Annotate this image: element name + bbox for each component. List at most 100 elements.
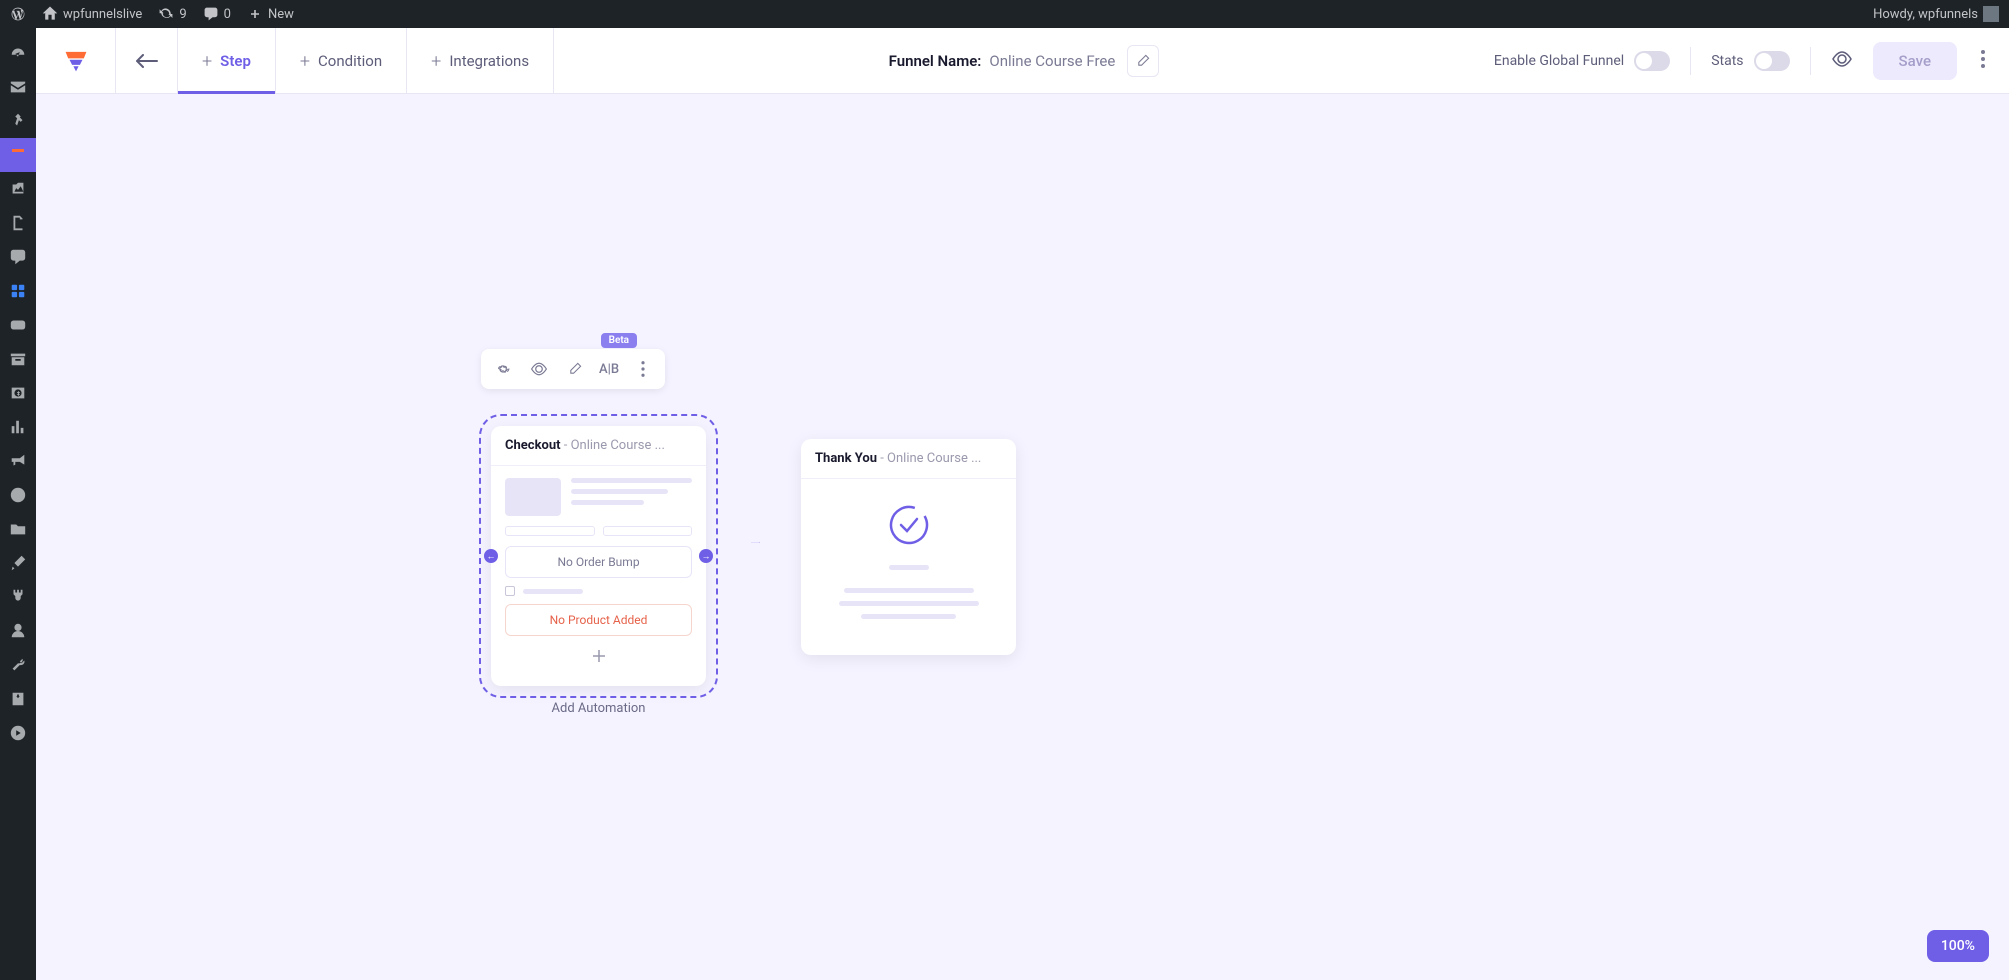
tab-condition[interactable]: + Condition — [276, 28, 407, 94]
new-label: New — [268, 7, 294, 22]
no-order-bump-badge: No Order Bump — [505, 546, 692, 578]
sidebar-analytics[interactable] — [0, 410, 36, 444]
funnel-name-label: Funnel Name: — [889, 52, 982, 70]
preview-line — [844, 588, 974, 593]
back-button[interactable] — [116, 28, 178, 94]
sidebar-users[interactable] — [0, 614, 36, 648]
megaphone-icon — [9, 452, 27, 470]
node-handle-in[interactable]: ← — [484, 549, 498, 563]
plus-icon — [591, 648, 607, 664]
sidebar-item-1[interactable] — [0, 274, 36, 308]
ab-test-button[interactable]: A|B — [599, 362, 619, 377]
tab-step[interactable]: + Step — [178, 28, 276, 94]
updates-link[interactable]: 9 — [158, 6, 186, 22]
checkmark-icon — [887, 503, 931, 547]
elementor-icon — [9, 486, 27, 504]
step-toolbar: Beta A|B — [481, 349, 665, 389]
step-title: Checkout — [505, 438, 561, 453]
mail-icon — [9, 78, 27, 96]
preview-lines — [571, 478, 692, 516]
sidebar-video[interactable] — [0, 716, 36, 750]
divider — [1690, 47, 1691, 75]
more-vertical-icon — [1981, 50, 1985, 68]
sidebar-media[interactable] — [0, 172, 36, 206]
user-icon — [9, 622, 27, 640]
step-edit-button[interactable] — [563, 357, 587, 381]
sidebar-comments[interactable] — [0, 240, 36, 274]
sidebar-files[interactable] — [0, 512, 36, 546]
sidebar-payments[interactable] — [0, 376, 36, 410]
more-button[interactable] — [1977, 46, 1989, 76]
enable-global-toggle[interactable] — [1634, 51, 1670, 71]
preview-checkbox-line — [505, 586, 692, 596]
user-greeting[interactable]: Howdy, wpfunnels — [1873, 6, 1999, 22]
main-area: + Step + Condition + Integrations Funnel… — [36, 28, 2009, 980]
pencil-icon — [568, 362, 582, 376]
refresh-icon — [158, 6, 174, 22]
step-subtitle: - Online Course ... — [561, 438, 665, 453]
grid-icon — [9, 282, 27, 300]
add-automation-button[interactable] — [591, 648, 607, 664]
sidebar-archive[interactable] — [0, 342, 36, 376]
wp-admin-bar: wpfunnelslive 9 0 New Howdy, wpfunnels — [0, 0, 2009, 28]
step-settings-button[interactable] — [491, 357, 515, 381]
sidebar-pin[interactable] — [0, 104, 36, 138]
zoom-indicator[interactable]: 100% — [1927, 930, 1989, 962]
step-preview-button[interactable] — [527, 357, 551, 381]
sidebar-wpfunnels[interactable] — [0, 138, 36, 172]
step-title: Thank You — [815, 451, 877, 466]
top-toolbar: + Step + Condition + Integrations Funnel… — [36, 28, 2009, 94]
stats-toggle[interactable] — [1754, 51, 1790, 71]
updates-count: 9 — [179, 7, 186, 22]
add-automation-label: Add Automation — [491, 701, 706, 716]
wpfunnels-logo-icon — [63, 48, 89, 74]
sidebar-marketing[interactable] — [0, 444, 36, 478]
pin-icon — [9, 112, 27, 130]
funnel-icon — [12, 149, 24, 161]
dollar-icon — [9, 384, 27, 402]
plus-icon: + — [300, 51, 310, 72]
brush-icon — [9, 554, 27, 572]
sidebar-paint[interactable] — [0, 546, 36, 580]
preview-image-placeholder — [505, 478, 561, 516]
save-button[interactable]: Save — [1873, 42, 1957, 80]
sidebar-elementor[interactable] — [0, 478, 36, 512]
sidebar-plugins[interactable] — [0, 580, 36, 614]
plus-icon — [247, 6, 263, 22]
app-logo[interactable] — [36, 28, 116, 94]
import-icon — [9, 690, 27, 708]
beta-badge: Beta — [601, 333, 637, 348]
sidebar-mail[interactable] — [0, 70, 36, 104]
eye-icon — [1831, 51, 1853, 67]
plus-icon: + — [431, 51, 441, 72]
dashboard-icon — [9, 44, 27, 62]
media-icon — [9, 180, 27, 198]
canvas[interactable]: Beta A|B ← → Checkout - Online Course . — [36, 94, 2009, 980]
sidebar-import[interactable] — [0, 682, 36, 716]
wp-logo[interactable] — [10, 6, 26, 22]
sidebar-woo[interactable] — [0, 308, 36, 342]
preview-button[interactable] — [1831, 51, 1853, 71]
plus-icon: + — [202, 51, 212, 72]
edit-name-button[interactable] — [1127, 45, 1159, 77]
new-link[interactable]: New — [247, 6, 294, 22]
checkout-preview — [505, 478, 692, 516]
stats-label: Stats — [1711, 53, 1743, 69]
sidebar-dashboard[interactable] — [0, 36, 36, 70]
woo-icon — [9, 316, 27, 334]
step-more-button[interactable] — [631, 357, 655, 381]
comments-link[interactable]: 0 — [203, 6, 231, 22]
thankyou-step-node[interactable]: Thank You - Online Course ... — [801, 439, 1016, 655]
sidebar-tools[interactable] — [0, 648, 36, 682]
wordpress-icon — [10, 6, 26, 22]
sidebar-pages[interactable] — [0, 206, 36, 240]
connection-arrow — [706, 542, 806, 544]
site-name-link[interactable]: wpfunnelslive — [42, 6, 142, 22]
preview-line — [839, 601, 979, 606]
checkout-step-node[interactable]: ← → Checkout - Online Course ... No Orde… — [491, 426, 706, 686]
pages-icon — [9, 214, 27, 232]
tab-integrations[interactable]: + Integrations — [407, 28, 554, 94]
node-handle-out[interactable]: → — [699, 549, 713, 563]
chart-icon — [9, 418, 27, 436]
tab-step-label: Step — [220, 52, 251, 70]
